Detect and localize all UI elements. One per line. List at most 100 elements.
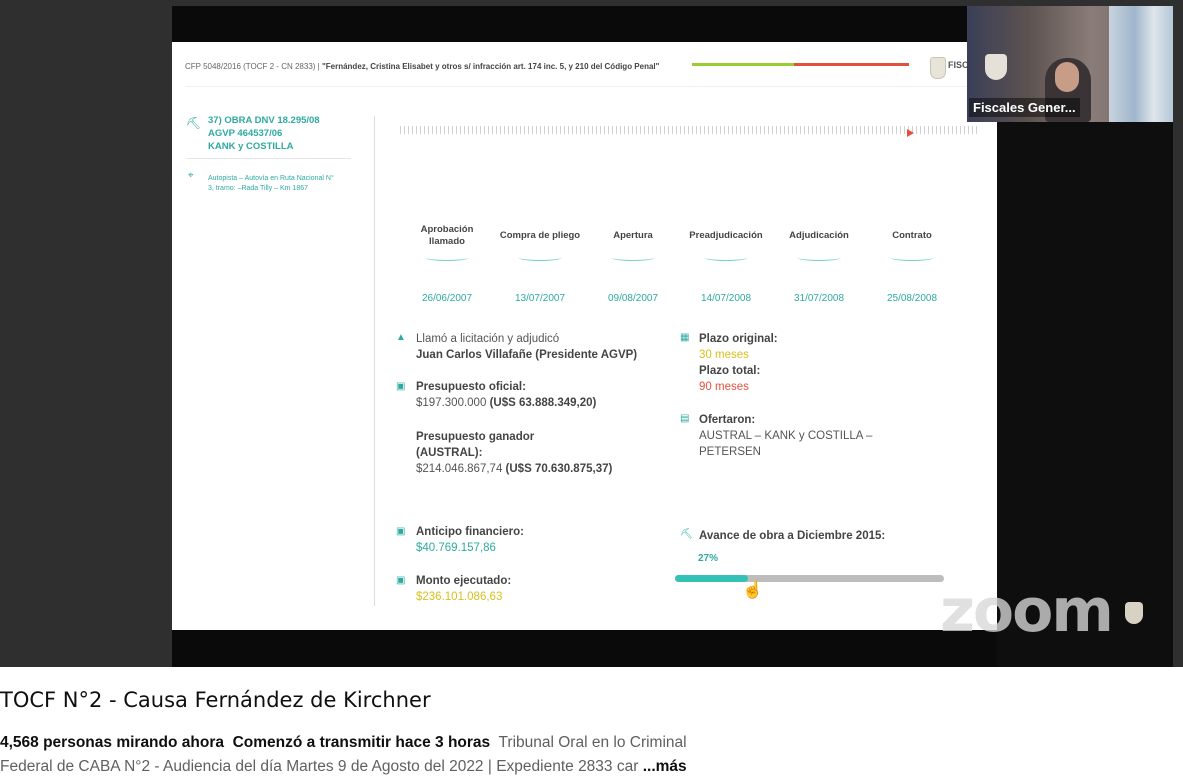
timeline-event: Apertura 09/08/2007 — [588, 222, 678, 304]
licitacion-block: Llamó a licitación y adjudicó Juan Carlo… — [416, 331, 637, 363]
shared-screen-top-bar — [172, 6, 997, 42]
person-icon: ▲ — [396, 332, 406, 343]
viewer-count: 4,568 personas mirando ahora — [0, 734, 224, 751]
wave-icon — [797, 254, 841, 261]
licitacion-value: Juan Carlos Villafañe (Presidente AGVP) — [416, 349, 638, 361]
timeline-arrow-icon — [907, 129, 914, 137]
event-date: 14/07/2008 — [700, 293, 752, 304]
obra-line: KANK y COSTILLA — [208, 141, 294, 152]
argentina-emblem-icon — [930, 57, 946, 79]
avance-percent: 27% — [698, 553, 719, 564]
presupuesto-ganador-usd: (U$S 70.630.875,37) — [505, 463, 613, 475]
plazo-original-label: Plazo original: — [699, 333, 778, 345]
presupuesto-oficial-usd: (U$S 63.888.349,20) — [489, 397, 597, 409]
description-text: Tribunal Oral en lo Criminal — [498, 734, 687, 751]
emblem-shape — [1125, 602, 1143, 624]
presupuesto-ganador-block: Presupuesto ganador (AUSTRAL): $214.046.… — [416, 429, 612, 477]
flag-image — [1109, 6, 1173, 122]
construction-icon: ⛏ — [186, 116, 202, 130]
video-description[interactable]: 4,568 personas mirando ahora Comenzó a t… — [0, 731, 1183, 779]
ofertaron-line: PETERSEN — [699, 446, 761, 458]
location-pin-icon: ⌖ — [188, 170, 194, 181]
emblem-icon — [985, 54, 1007, 80]
obra-title: 37) OBRA DNV 18.295/08 AGVP 464537/06 KA… — [208, 114, 320, 153]
webcam-name-label: Fiscales Gener... — [969, 98, 1080, 117]
money-icon: ▣ — [396, 526, 406, 537]
event-label: Apertura — [613, 230, 653, 241]
video-player[interactable]: CFP 5048/2016 (TOCF 2 - CN 2833) | "Fern… — [0, 0, 1183, 667]
timeline-event: Adjudicación 31/07/2008 — [774, 222, 864, 304]
avance-block: Avance de obra a Diciembre 2015: — [699, 528, 885, 544]
avance-title: Avance de obra a Diciembre 2015: — [699, 530, 886, 542]
timeline-event: Compra de pliego 13/07/2007 — [495, 222, 585, 304]
hand-cursor-icon: ☝ — [742, 580, 764, 599]
wave-icon — [704, 254, 748, 261]
plazo-total-value: 90 meses — [699, 381, 749, 393]
case-title: "Fernández, Cristina Elisabet y otros s/… — [321, 62, 660, 71]
wave-icon — [518, 254, 562, 261]
timeline-ruler — [400, 114, 980, 144]
timeline-progress-green — [692, 63, 794, 66]
presupuesto-ganador-subtitle: (AUSTRAL): — [416, 447, 483, 459]
speaker-head — [1055, 62, 1079, 92]
timeline-event: Preadjudicación 14/07/2008 — [681, 222, 771, 304]
presupuesto-oficial-value: $197.300.000 — [416, 397, 487, 409]
ofertaron-title: Ofertaron: — [699, 414, 756, 426]
construction-icon: ⛏ — [680, 529, 693, 540]
ofertaron-line: AUSTRAL – KANK y COSTILLA – — [699, 430, 873, 442]
obra-location: Autopista – Autovía en Ruta Nacional N° … — [208, 175, 334, 192]
licitacion-title: Llamó a licitación y adjudicó — [416, 333, 560, 345]
plazo-original-value: 30 meses — [699, 349, 749, 361]
event-label: Preadjudicación — [689, 230, 763, 241]
description-text: Federal de CABA N°2 - Audiencia del día … — [0, 758, 639, 775]
divider — [186, 158, 351, 159]
event-label: Compra de pliego — [499, 230, 581, 241]
event-date: 25/08/2008 — [886, 293, 938, 304]
anticipo-value: $40.769.157,86 — [416, 542, 496, 554]
column-divider — [374, 116, 375, 606]
event-date: 31/07/2008 — [793, 293, 845, 304]
event-date: 09/08/2007 — [607, 293, 659, 304]
timeline-event: Aprobación llamado 26/06/2007 — [402, 222, 492, 304]
event-label: Adjudicación — [789, 230, 849, 241]
zoom-watermark: zoom — [940, 576, 1114, 646]
video-title: TOCF N°2 - Causa Fernández de Kirchner — [0, 688, 431, 712]
show-more-button[interactable]: ...más — [642, 758, 687, 775]
webcam-tile: Fiscales Gener... — [967, 6, 1173, 122]
obra-line: AGVP 464537/06 — [208, 128, 283, 139]
obra-line: 37) OBRA DNV 18.295/08 — [208, 115, 320, 126]
anticipo-block: Anticipo financiero: $40.769.157,86 — [416, 524, 524, 556]
wave-icon — [611, 254, 655, 261]
court-emblem-icon — [1110, 602, 1158, 654]
presupuesto-oficial-block: Presupuesto oficial: $197.300.000 (U$S 6… — [416, 379, 596, 411]
anticipo-title: Anticipo financiero: — [416, 526, 524, 538]
presentation-slide: CFP 5048/2016 (TOCF 2 - CN 2833) | "Fern… — [172, 42, 1002, 630]
ofertaron-block: Ofertaron: AUSTRAL – KANK y COSTILLA – P… — [699, 412, 872, 460]
monto-title: Monto ejecutado: — [416, 575, 512, 587]
fiscalia-logo-text: FISC — [948, 60, 969, 70]
stream-start: Comenzó a transmitir hace 3 horas — [232, 734, 491, 751]
presupuesto-oficial-title: Presupuesto oficial: — [416, 381, 526, 393]
event-label: Contrato — [892, 230, 932, 241]
shared-screen-bottom-bar — [172, 630, 997, 667]
presupuesto-ganador-title: Presupuesto ganador — [416, 431, 535, 443]
monto-block: Monto ejecutado: $236.101.086,63 — [416, 573, 511, 605]
avance-progress-fill — [675, 575, 748, 582]
case-number: CFP 5048/2016 (TOCF 2 - CN 2833) | — [185, 62, 320, 71]
timeline-event: Contrato 25/08/2008 — [867, 222, 957, 304]
event-date: 13/07/2007 — [514, 293, 566, 304]
event-label: Aprobación llamado — [420, 224, 474, 247]
slide-header: CFP 5048/2016 (TOCF 2 - CN 2833) | "Fern… — [185, 62, 659, 71]
header-divider — [185, 86, 985, 87]
timeline-ticks — [400, 126, 980, 134]
plazo-block: Plazo original: 30 meses Plazo total: 90… — [699, 331, 778, 395]
event-date: 26/06/2007 — [421, 293, 473, 304]
presupuesto-ganador-value: $214.046.867,74 — [416, 463, 503, 475]
wave-icon — [890, 254, 934, 261]
monto-value: $236.101.086,63 — [416, 591, 503, 603]
money-icon: ▣ — [396, 381, 406, 392]
document-icon: ▤ — [680, 413, 690, 424]
wave-icon — [425, 254, 469, 261]
avance-progress-bar — [675, 575, 944, 582]
timeline-progress-red — [794, 63, 909, 66]
